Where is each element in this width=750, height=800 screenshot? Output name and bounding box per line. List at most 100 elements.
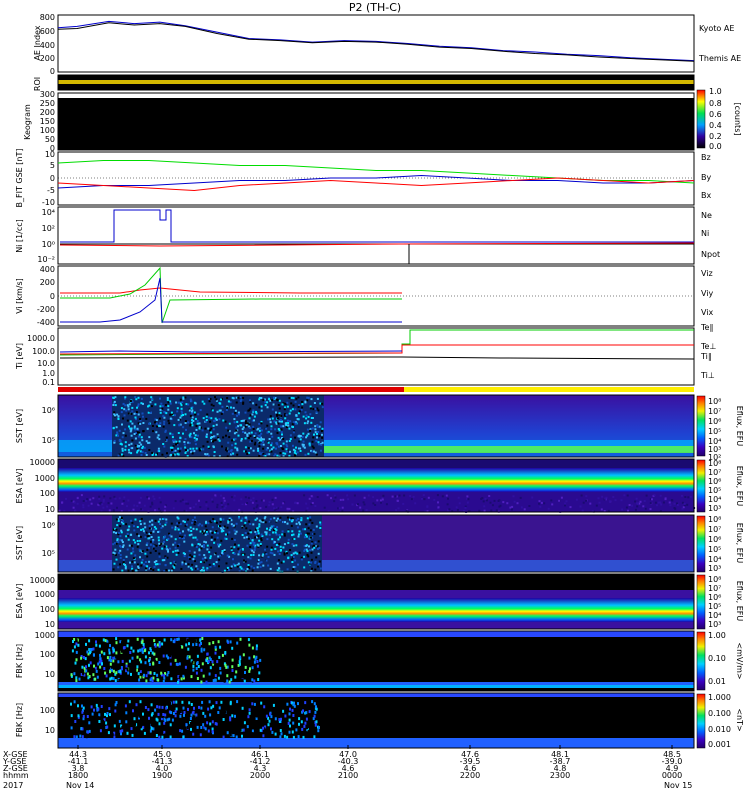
spectrogram-pixel <box>220 530 223 533</box>
spectrogram-pixel <box>367 494 370 497</box>
spectrogram-pixel <box>143 446 146 449</box>
spectrogram-pixel <box>164 505 167 508</box>
spectrogram-pixel <box>265 448 268 451</box>
sst-ions-colorbar <box>696 395 706 457</box>
spectrogram-pixel <box>105 674 108 678</box>
spectrogram-pixel <box>232 558 234 561</box>
spectrogram-pixel <box>170 677 173 681</box>
spectrogram-pixel <box>115 558 118 561</box>
spectrogram-pixel <box>179 532 182 535</box>
spectrogram-pixel <box>230 678 233 682</box>
spectrogram-pixel <box>333 500 336 503</box>
spectrogram-pixel <box>152 669 155 673</box>
spectrogram-pixel <box>150 726 153 730</box>
spectrogram-pixel <box>121 502 124 505</box>
spectrogram-pixel <box>137 565 140 568</box>
spectrogram-pixel <box>98 644 101 648</box>
spectrogram-pixel <box>224 663 227 667</box>
keogram-colorbar <box>696 89 706 149</box>
spectrogram-pixel <box>297 396 300 399</box>
spectrogram-pixel <box>173 731 176 735</box>
spectrogram-pixel <box>216 536 219 539</box>
spectrogram-pixel <box>172 543 175 546</box>
spectrogram-pixel <box>271 399 274 402</box>
spectrogram-pixel <box>307 420 310 423</box>
spectrogram-pixel <box>182 552 185 555</box>
spectrogram-pixel <box>252 409 255 412</box>
spectrogram-pixel <box>253 415 256 418</box>
spectrogram-pixel <box>234 442 237 445</box>
spectrogram-pixel <box>166 556 169 559</box>
spectrogram-pixel <box>315 411 318 414</box>
spectrogram-pixel <box>309 405 312 408</box>
spectrogram-pixel <box>192 664 195 668</box>
spectrogram-pixel <box>287 541 290 544</box>
spectrogram-pixel <box>265 533 268 536</box>
spectrogram-pixel <box>628 504 631 506</box>
spectrogram-pixel <box>278 718 281 722</box>
spectrogram-pixel <box>219 543 222 546</box>
spectrogram-pixel <box>248 711 251 715</box>
spectrogram-pixel <box>134 541 137 544</box>
spectrogram-pixel <box>260 539 263 541</box>
spectrogram-pixel <box>214 674 217 678</box>
esa-ions-cb-1: 10⁷ <box>708 468 721 477</box>
spectrogram-pixel <box>149 729 152 733</box>
spectrogram-pixel <box>237 396 240 399</box>
spectrogram-pixel <box>305 523 308 526</box>
spectrogram-pixel <box>223 507 226 510</box>
spectrogram-pixel <box>221 445 223 448</box>
spectrogram-pixel <box>120 411 123 414</box>
spectrogram-pixel <box>212 445 215 448</box>
spectrogram-pixel <box>199 543 201 546</box>
spectrogram-pixel <box>256 517 259 520</box>
spectrogram-pixel <box>137 534 140 537</box>
spectrogram-pixel <box>103 676 106 680</box>
spectrogram-pixel <box>263 705 266 709</box>
spectrogram-pixel <box>70 499 73 502</box>
spectrogram-pixel <box>302 528 305 531</box>
spectrogram-pixel <box>211 500 214 503</box>
fbk-b-cb-label: <nT> <box>735 708 744 731</box>
spectrogram-pixel <box>185 643 188 647</box>
spectrogram-pixel <box>203 544 205 546</box>
spectrogram-pixel <box>81 727 84 731</box>
spectrogram-pixel <box>178 537 181 539</box>
spectrogram-pixel <box>126 667 129 671</box>
spectrogram-pixel <box>513 500 516 503</box>
spectrogram-pixel <box>177 528 180 531</box>
spectrogram-pixel <box>127 499 130 502</box>
spectrogram-pixel <box>226 554 229 557</box>
spectrogram-pixel <box>205 504 208 507</box>
spectrogram-pixel <box>219 666 222 670</box>
spectrogram-pixel <box>169 413 172 416</box>
spectrogram-pixel <box>457 496 460 499</box>
spectrogram-pixel <box>191 555 193 558</box>
spectrogram-pixel <box>146 565 149 568</box>
spectrogram-pixel <box>73 700 76 704</box>
spectrogram-pixel <box>455 506 458 509</box>
spectrogram-pixel <box>93 668 96 672</box>
spectrogram-pixel <box>118 551 120 554</box>
spectrogram-pixel <box>169 701 172 705</box>
spectrogram-pixel <box>280 561 283 564</box>
spectrogram-pixel <box>270 432 273 435</box>
spectrogram-pixel <box>280 506 283 509</box>
spectrogram-pixel <box>249 426 252 429</box>
spectrogram-pixel <box>233 421 236 424</box>
spectrogram-pixel <box>185 502 188 505</box>
spectrogram-pixel <box>161 405 164 407</box>
spectrogram-pixel <box>119 556 122 559</box>
spectrogram-pixel <box>169 417 172 420</box>
spectrogram-pixel <box>254 536 257 539</box>
spectrogram-pixel <box>338 507 341 510</box>
spectrogram-pixel <box>232 406 235 409</box>
panel-fbk-e: FBK [Hz] 1000 100 10 1.00 0.10 0.01 <mV/… <box>15 630 744 692</box>
spectrogram-pixel <box>115 655 118 659</box>
spectrogram-pixel <box>280 705 283 709</box>
spectrogram-pixel <box>220 527 223 530</box>
spectrogram-pixel <box>210 538 213 541</box>
spectrogram-pixel <box>223 525 226 528</box>
spectrogram-pixel <box>267 723 270 727</box>
spectrogram-pixel <box>159 411 162 414</box>
